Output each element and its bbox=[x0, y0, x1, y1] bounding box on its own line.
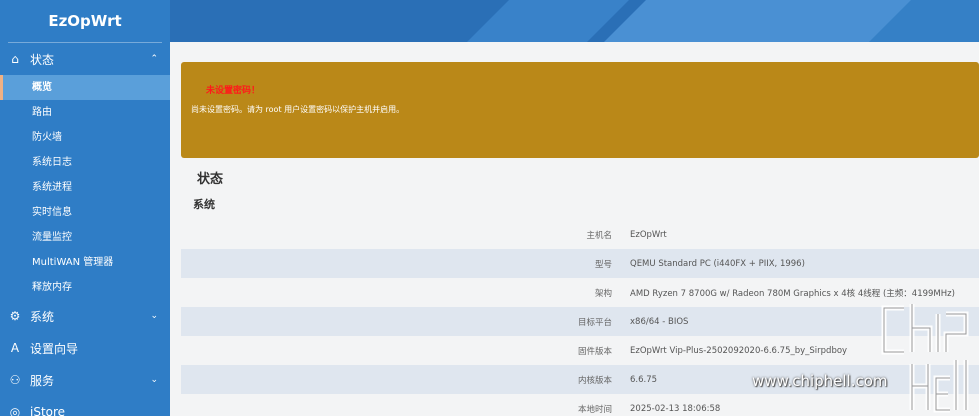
table-row: 主机名 EzOpWrt bbox=[181, 220, 979, 249]
row-value: 2025-02-13 18:06:58 bbox=[630, 403, 721, 414]
sidebar-item-routes[interactable]: 路由 bbox=[0, 100, 170, 125]
alert-message: 尚未设置密码。请为 root 用户设置密码以保护主机并启用。 bbox=[191, 105, 405, 114]
alert-title: 未设置密码！ bbox=[206, 86, 261, 96]
table-row: 内核版本 6.6.75 bbox=[181, 365, 979, 394]
row-key: 架构 bbox=[594, 288, 612, 299]
sidebar-section-label: 服务 bbox=[30, 373, 55, 388]
row-value: 6.6.75 bbox=[630, 374, 658, 385]
password-warning-alert: 未设置密码！ 尚未设置密码。请为 root 用户设置密码以保护主机并启用。 bbox=[181, 62, 979, 158]
table-row: 架构 AMD Ryzen 7 8700G w/ Radeon 780M Grap… bbox=[181, 278, 979, 307]
sidebar-section-services[interactable]: ⚇ 服务 ⌄ bbox=[0, 364, 170, 396]
sidebar-item-processes[interactable]: 系统进程 bbox=[0, 175, 170, 200]
row-value: QEMU Standard PC (i440FX + PIIX, 1996) bbox=[630, 258, 805, 269]
sidebar-section-label: 设置向导 bbox=[30, 341, 79, 356]
sidebar-item-system-log[interactable]: 系统日志 bbox=[0, 150, 170, 175]
row-value: x86/64 - BIOS bbox=[630, 316, 689, 327]
table-row: 型号 QEMU Standard PC (i440FX + PIIX, 1996… bbox=[181, 249, 979, 278]
gear-icon: ⚙ bbox=[9, 309, 21, 323]
services-icon: ⚇ bbox=[9, 373, 21, 387]
row-key: 固件版本 bbox=[577, 346, 612, 357]
sidebar-item-traffic[interactable]: 流量监控 bbox=[0, 225, 170, 250]
store-icon: ◎ bbox=[9, 405, 21, 416]
home-icon: ⌂ bbox=[11, 52, 19, 66]
sidebar-section-istore[interactable]: ◎ iStore bbox=[0, 396, 170, 416]
row-key: 主机名 bbox=[586, 230, 612, 241]
chevron-up-icon: ⌃ bbox=[150, 54, 158, 64]
row-value: EzOpWrt bbox=[630, 229, 667, 240]
sidebar-section-label: 状态 bbox=[30, 52, 55, 67]
header-decor-stripe bbox=[467, 0, 629, 42]
chevron-down-icon: ⌄ bbox=[150, 375, 158, 385]
main-content: 未设置密码！ 尚未设置密码。请为 root 用户设置密码以保护主机并启用。 状态… bbox=[170, 42, 979, 416]
row-value: AMD Ryzen 7 8700G w/ Radeon 780M Graphic… bbox=[630, 288, 955, 299]
sidebar-section-wizard[interactable]: A 设置向导 bbox=[0, 332, 170, 364]
sidebar-section-label: 系统 bbox=[30, 309, 55, 324]
row-value: EzOpWrt Vip-Plus-2502092020-6.6.75_by_Si… bbox=[630, 345, 848, 356]
sidebar-item-multiwan[interactable]: MultiWAN 管理器 bbox=[0, 250, 170, 275]
sidebar-section-system[interactable]: ⚙ 系统 ⌄ bbox=[0, 300, 170, 332]
table-row: 本地时间 2025-02-13 18:06:58 bbox=[181, 394, 979, 416]
status-submenu: 概览 路由 防火墙 系统日志 系统进程 实时信息 流量监控 MultiWAN 管… bbox=[0, 75, 170, 300]
sidebar-item-overview[interactable]: 概览 bbox=[0, 75, 170, 100]
brand-logo[interactable]: EzOpWrt bbox=[0, 0, 170, 42]
top-header bbox=[170, 0, 979, 42]
sidebar-section-label: iStore bbox=[30, 405, 66, 416]
wizard-icon: A bbox=[10, 341, 20, 355]
page-title: 状态 bbox=[197, 172, 224, 187]
table-row: 固件版本 EzOpWrt Vip-Plus-2502092020-6.6.75_… bbox=[181, 336, 979, 365]
sidebar-item-free-memory[interactable]: 释放内存 bbox=[0, 275, 170, 300]
row-key: 型号 bbox=[594, 259, 612, 270]
chevron-down-icon: ⌄ bbox=[150, 311, 158, 321]
row-key: 本地时间 bbox=[577, 404, 612, 415]
section-title: 系统 bbox=[193, 198, 215, 211]
row-key: 内核版本 bbox=[577, 375, 612, 386]
sidebar-item-realtime[interactable]: 实时信息 bbox=[0, 200, 170, 225]
row-key: 目标平台 bbox=[577, 317, 612, 328]
sidebar-item-firewall[interactable]: 防火墙 bbox=[0, 125, 170, 150]
sidebar-section-status[interactable]: ⌂ 状态 ⌃ bbox=[0, 43, 170, 75]
system-info-table: 主机名 EzOpWrt 型号 QEMU Standard PC (i440FX … bbox=[181, 220, 979, 416]
sidebar: EzOpWrt ⌂ 状态 ⌃ 概览 路由 防火墙 系统日志 系统进程 实时信息 … bbox=[0, 0, 170, 416]
table-row: 目标平台 x86/64 - BIOS bbox=[181, 307, 979, 336]
